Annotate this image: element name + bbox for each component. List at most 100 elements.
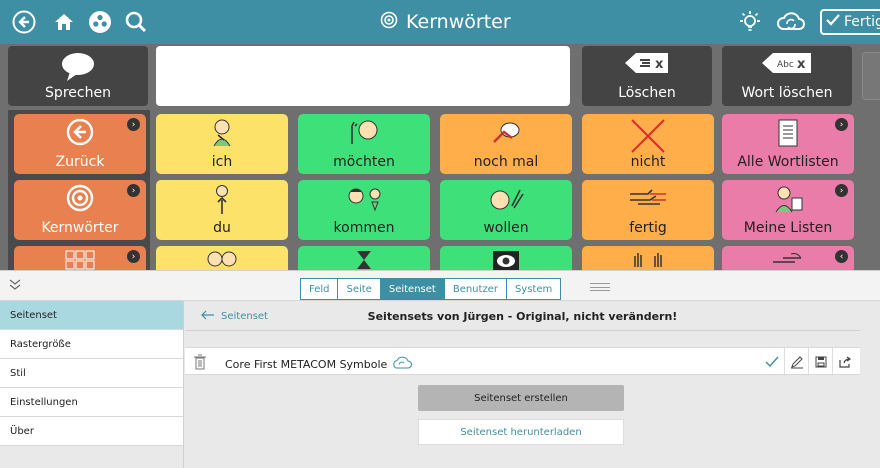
person-want-icon [298,118,430,148]
sidebar-item-ueber[interactable]: Über [0,417,183,446]
tab-feld[interactable]: Feld [301,279,339,299]
word-cell-fertig[interactable]: fertig [582,180,714,240]
backspace-icon: x [582,52,712,74]
speak-label: Sprechen [45,85,111,101]
alphabet-icon [14,250,146,272]
edit-pencil-button[interactable] [862,52,880,100]
pageset-name-text: Core First METACOM Symbole [225,358,388,371]
pageset-actions [760,348,856,376]
delete-label: Löschen [618,85,676,101]
word-label: Alle Wortlisten [737,154,839,170]
link-arrow-icon: ‹ [835,250,848,263]
eye-icon [440,250,572,272]
word-label: nicht [630,154,666,170]
panel-header: Feld Seite Seitenset Benutzer System [0,271,880,301]
link-arrow-icon: › [127,118,140,131]
delete-badge: x [655,57,664,72]
save-disk-icon[interactable] [808,348,832,376]
app-root: Kernwörter Fertig Sprechen x Löschen Abc… [0,0,880,468]
tab-seitenset[interactable]: Seitenset [380,279,445,299]
sidebar-item-seitenset[interactable]: Seitenset [0,301,183,330]
word-cell-du[interactable]: du [156,180,288,240]
pointing-hand-icon [722,250,854,268]
link-arrow-icon: › [835,118,848,131]
section-heading: Seitensets von Jürgen - Original, nicht … [367,310,678,323]
target-icon [380,11,398,34]
sidebar-item-rastergroesse[interactable]: Rastergröße [0,330,183,359]
menu-icon[interactable] [86,8,114,36]
nav-cell-label: Zurück [55,154,105,170]
word-cell-moechten[interactable]: möchten [298,114,430,174]
cloud-icon [391,356,413,373]
tab-seite[interactable]: Seite [338,279,381,299]
nav-cell-back[interactable]: › Zurück [14,114,146,174]
delete-word-badge: Abc [777,60,794,70]
settings-panel: Feld Seite Seitenset Benutzer System Sei… [0,270,880,468]
tab-benutzer[interactable]: Benutzer [444,279,507,299]
nav-cell-kernwoerter[interactable]: › Kernwörter [14,180,146,240]
come-icon [298,184,430,212]
checkmark-icon [826,14,840,30]
panel-tabs: Feld Seite Seitenset Benutzer System [300,278,562,300]
delete-button[interactable]: x Löschen [582,46,712,106]
nav-cell-label: Kernwörter [41,220,119,236]
sidebar-item-stil[interactable]: Stil [0,359,183,388]
check-icon[interactable] [760,348,784,376]
word-label: du [213,220,231,236]
word-cell-nicht[interactable]: nicht [582,114,714,174]
lightbulb-icon[interactable] [736,8,764,36]
hands-icon [582,250,714,268]
link-arrow-icon: › [127,250,140,263]
word-cell-ich[interactable]: ich [156,114,288,174]
delete-word-button[interactable]: Abc x Wort löschen [722,46,852,106]
back-icon[interactable] [10,8,38,36]
download-pageset-button[interactable]: Seitenset herunterladen [418,419,624,445]
word-label: wollen [483,220,529,236]
word-cell-noch-mal[interactable]: noch mal [440,114,572,174]
cloud-sync-icon[interactable] [774,8,808,36]
word-cell-wollen[interactable]: wollen [440,180,572,240]
speech-bubble-icon [8,52,148,82]
word-cell-kommen[interactable]: kommen [298,180,430,240]
drag-handle-icon[interactable] [590,283,610,291]
word-label: Meine Listen [743,220,833,236]
cross-icon [582,118,714,154]
message-window[interactable] [156,46,570,106]
edit-pencil-icon[interactable] [784,348,808,376]
want-icon [440,184,572,214]
again-icon [440,118,572,148]
collapse-chevron-icon[interactable] [8,277,26,295]
link-arrow-icon: › [127,184,140,197]
page-title: Kernwörter [380,8,511,36]
two-persons-icon [156,250,288,268]
delete-word-badge-x: x [797,57,806,72]
person-you-icon [156,184,288,216]
link-arrow-icon: › [835,184,848,197]
word-label: ich [211,154,233,170]
pageset-row[interactable]: Core First METACOM Symbole [185,347,860,376]
person-self-icon [156,118,288,148]
page-title-text: Kernwörter [406,11,511,33]
speak-button[interactable]: Sprechen [8,46,148,106]
done-button[interactable]: Fertig [820,9,880,35]
word-label: möchten [333,154,395,170]
settings-sidebar: Seitenset Rastergröße Stil Einstellungen… [0,301,184,468]
word-cell-alle-wortlisten[interactable]: › Alle Wortlisten [722,114,854,174]
word-cell-meine-listen[interactable]: › Meine Listen [722,180,854,240]
tab-system[interactable]: System [506,279,561,299]
finished-hands-icon [582,184,714,210]
delete-word-label: Wort löschen [741,85,833,101]
backspace-word-icon: Abc x [722,52,852,74]
breadcrumb: Seitenset Seitensets von Jürgen - Origin… [185,301,860,331]
hourglass-icon [298,250,430,270]
create-pageset-button[interactable]: Seitenset erstellen [418,385,624,411]
word-label: kommen [333,220,395,236]
share-icon[interactable] [832,348,856,376]
trash-icon[interactable] [193,354,207,370]
pageset-name: Core First METACOM Symbole [225,356,413,373]
sidebar-item-einstellungen[interactable]: Einstellungen [0,388,183,417]
home-icon[interactable] [50,8,78,36]
top-bar: Kernwörter Fertig [0,0,880,44]
settings-content: Seitenset Seitensets von Jürgen - Origin… [185,301,880,468]
search-icon[interactable] [122,8,150,36]
